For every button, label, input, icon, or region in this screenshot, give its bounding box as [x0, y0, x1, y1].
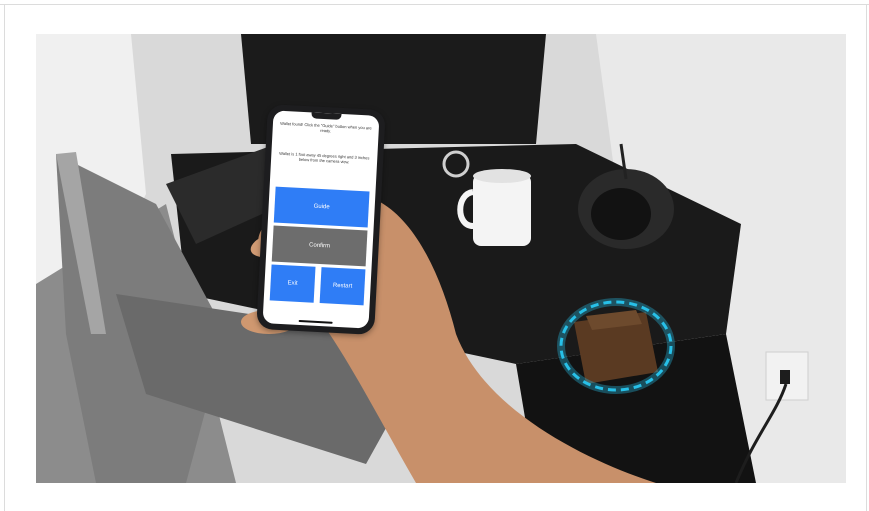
frame-top-border — [0, 4, 869, 5]
confirm-button[interactable]: Confirm — [271, 225, 368, 267]
phone-notch — [311, 112, 342, 120]
wallet-found-message: Wallet found! Click the "Guide" button w… — [280, 120, 372, 134]
scene-illustration — [36, 34, 846, 483]
smartphone: Wallet found! Click the "Guide" button w… — [256, 104, 386, 335]
restart-button[interactable]: Restart — [319, 267, 366, 306]
exit-button[interactable]: Exit — [269, 264, 316, 303]
guide-button[interactable]: Guide — [273, 186, 370, 228]
distance-instruction: Wallet is 1 foot away 45 degrees right a… — [279, 150, 370, 165]
scene-photo: Wallet found! Click the "Guide" button w… — [36, 34, 846, 483]
home-indicator — [298, 319, 333, 324]
phone-screen: Wallet found! Click the "Guide" button w… — [262, 110, 380, 329]
frame-right-border — [866, 4, 867, 511]
frame-left-border — [4, 4, 5, 511]
